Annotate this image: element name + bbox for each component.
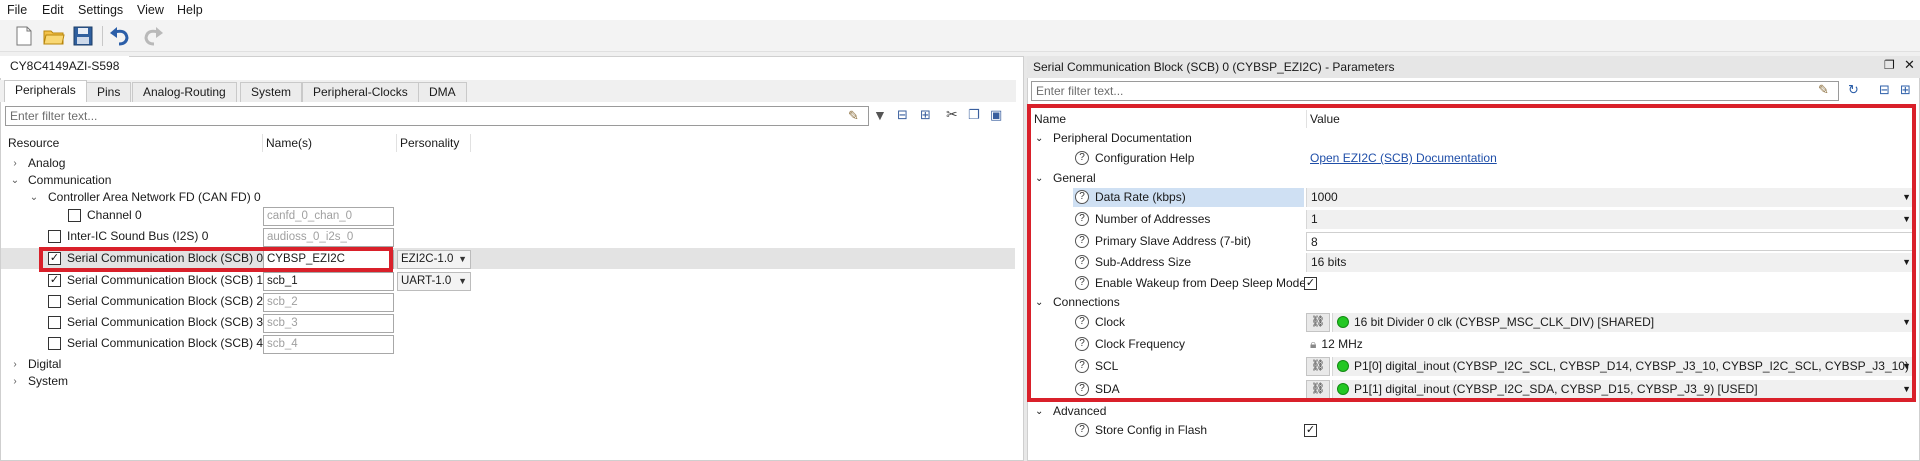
personality-value: UART-1.0	[401, 275, 452, 287]
store-config-checkbox[interactable]: ✓	[1304, 424, 1317, 437]
column-names[interactable]: Name(s)	[263, 134, 397, 152]
toolbar	[0, 20, 1920, 52]
tree-label: Serial Communication Block (SCB) 2	[67, 294, 264, 308]
tree-row-system[interactable]: › System	[1, 371, 1015, 392]
enable-checkbox[interactable]	[68, 209, 81, 222]
tree-row-i2s[interactable]: Inter-IC Sound Bus (I2S) 0 audioss_0_i2s…	[1, 226, 1015, 247]
param-store-config[interactable]: ? Store Config in Flash ✓	[1031, 420, 1915, 441]
instance-name-field[interactable]: scb_4	[263, 335, 394, 354]
restore-icon[interactable]: ❐	[1884, 58, 1895, 72]
enable-checkbox[interactable]	[48, 295, 61, 308]
personality-select[interactable]: UART-1.0 ▼	[397, 272, 471, 291]
tree-label: Serial Communication Block (SCB) 4	[67, 336, 264, 350]
tree-label: System	[28, 374, 69, 388]
tree-row-channel0[interactable]: Channel 0 canfd_0_chan_0	[1, 205, 1015, 226]
save-icon[interactable]	[71, 24, 95, 48]
instance-name-field[interactable]: scb_1	[263, 272, 394, 291]
parameters-title: Serial Communication Block (SCB) 0 (CYBS…	[1027, 56, 1920, 78]
new-file-icon[interactable]	[12, 24, 36, 48]
section-advanced[interactable]: ⌄ Advanced	[1031, 401, 1915, 422]
tree-row-scb2[interactable]: Serial Communication Block (SCB) 2 scb_2	[1, 291, 1015, 312]
enable-checkbox[interactable]	[48, 316, 61, 329]
menu-file[interactable]: File	[7, 3, 27, 17]
chevron-down-icon: ▼	[458, 254, 467, 264]
highlight-frame	[39, 247, 393, 272]
tree-label: Serial Communication Block (SCB) 3	[67, 315, 264, 329]
instance-name-field[interactable]: audioss_0_i2s_0	[263, 228, 394, 247]
paste-icon[interactable]: ▣	[990, 107, 1002, 123]
tree-label: Serial Communication Block (SCB) 1	[67, 273, 264, 287]
clear-filter-icon[interactable]: ✎	[848, 108, 859, 124]
menu-edit[interactable]: Edit	[42, 3, 64, 17]
instance-name-field[interactable]: scb_2	[263, 293, 394, 312]
copy-icon[interactable]: ❐	[968, 107, 980, 123]
tree-label: Inter-IC Sound Bus (I2S) 0	[67, 229, 209, 243]
tab-peripheral-clocks[interactable]: Peripheral-Clocks	[302, 82, 419, 102]
chevron-down-icon[interactable]: ⌄	[1035, 401, 1043, 422]
column-resource[interactable]: Resource	[5, 134, 263, 152]
menu-settings[interactable]: Settings	[78, 3, 123, 17]
left-filter-input[interactable]: Enter filter text...	[5, 106, 869, 126]
instance-name-field[interactable]: scb_3	[263, 314, 394, 333]
personality-select[interactable]: EZI2C-1.0 ▼	[397, 250, 471, 269]
cut-icon[interactable]: ✂	[946, 106, 958, 123]
funnel-icon[interactable]: ▼	[873, 107, 887, 123]
device-tab[interactable]: CY8C4149AZI-S598	[0, 56, 130, 78]
menu-view[interactable]: View	[137, 3, 164, 17]
tree-row-scb3[interactable]: Serial Communication Block (SCB) 3 scb_3	[1, 312, 1015, 333]
help-icon[interactable]: ?	[1075, 423, 1089, 437]
instance-name-field[interactable]: canfd_0_chan_0	[263, 207, 394, 226]
enable-checkbox[interactable]: ✓	[48, 274, 61, 287]
personality-value: EZI2C-1.0	[401, 253, 454, 265]
refresh-icon[interactable]: ↻	[1848, 82, 1859, 98]
tab-peripherals[interactable]: Peripherals	[4, 80, 87, 102]
tab-analog-routing[interactable]: Analog-Routing	[132, 82, 237, 102]
collapse-all-icon[interactable]: ⊟	[1879, 82, 1890, 98]
undo-icon[interactable]	[108, 24, 132, 48]
close-icon[interactable]: ✕	[1904, 57, 1915, 73]
tree-label: Channel 0	[87, 208, 142, 222]
menu-help[interactable]: Help	[177, 3, 203, 17]
toolbar-separator	[102, 26, 103, 46]
tab-dma[interactable]: DMA	[418, 82, 467, 102]
expand-all-icon[interactable]: ⊞	[1900, 82, 1911, 98]
clear-filter-icon[interactable]: ✎	[1818, 82, 1829, 98]
redo-icon[interactable]	[141, 24, 165, 48]
enable-checkbox[interactable]	[48, 230, 61, 243]
chevron-right-icon[interactable]: ›	[10, 371, 20, 392]
section-label: Advanced	[1053, 404, 1107, 418]
left-tab-bar: Peripherals Pins Analog-Routing System P…	[0, 80, 1016, 102]
chevron-down-icon: ▼	[458, 276, 467, 286]
tab-pins[interactable]: Pins	[86, 82, 132, 102]
enable-checkbox[interactable]	[48, 337, 61, 350]
tree-row-scb4[interactable]: Serial Communication Block (SCB) 4 scb_4	[1, 333, 1015, 354]
open-folder-icon[interactable]	[42, 24, 66, 48]
highlight-frame	[1027, 104, 1916, 402]
collapse-all-icon[interactable]: ⊟	[897, 107, 908, 123]
expand-all-icon[interactable]: ⊞	[920, 107, 931, 123]
param-name: Store Config in Flash	[1095, 423, 1208, 437]
tab-system[interactable]: System	[240, 82, 303, 102]
param-filter-input[interactable]: Enter filter text...	[1031, 81, 1839, 101]
menu-bar: File Edit Settings View Help	[0, 0, 1920, 20]
column-personality[interactable]: Personality	[397, 134, 471, 152]
tree-row-scb1[interactable]: ✓ Serial Communication Block (SCB) 1 scb…	[1, 270, 1015, 291]
